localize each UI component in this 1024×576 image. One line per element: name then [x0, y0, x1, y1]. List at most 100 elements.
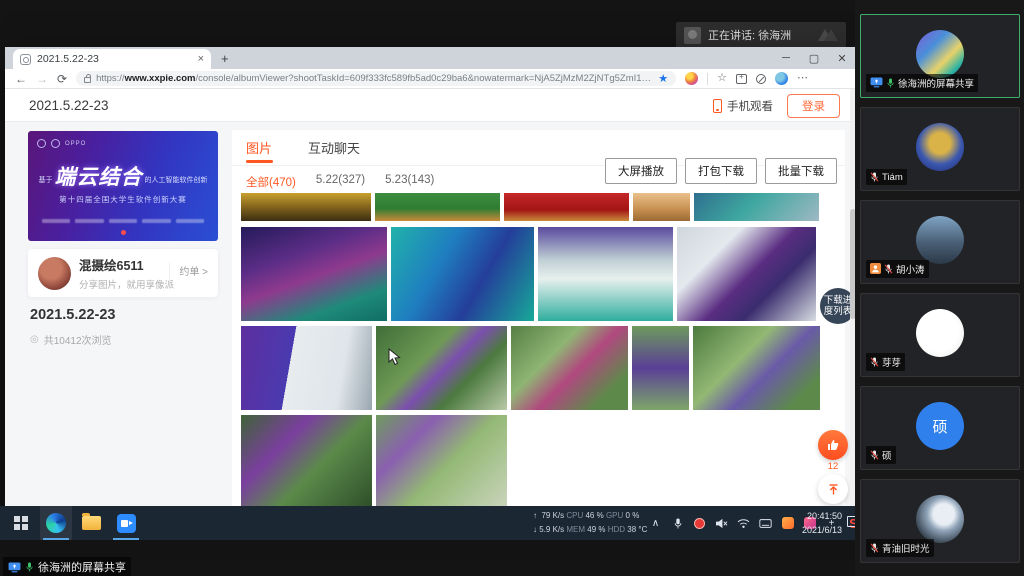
taskbar-active-indicator	[43, 538, 69, 540]
fullscreen-play-button[interactable]: 大屏播放	[605, 158, 677, 184]
carousel-dot[interactable]	[121, 230, 126, 235]
clock-time: 20:41:50	[790, 509, 842, 523]
login-button[interactable]: 登录	[787, 94, 840, 118]
taskbar-edge-button[interactable]	[40, 506, 72, 540]
profile-avatar[interactable]	[775, 72, 788, 85]
window-close-button[interactable]: ✕	[828, 47, 856, 69]
filter-day1[interactable]: 5.22(327)	[316, 174, 365, 190]
participant-avatar	[916, 495, 964, 543]
participant-avatar	[916, 30, 964, 78]
tab-photos[interactable]: 图片	[246, 138, 272, 157]
speaker-avatar	[684, 27, 701, 44]
host-badge-icon	[870, 263, 881, 275]
browser-tab-bar: 2021.5.22-23 × + ─ ▢ ✕	[5, 47, 856, 69]
browser-tab[interactable]: 2021.5.22-23 ×	[13, 49, 211, 69]
tracking-prevention-icon[interactable]	[756, 74, 766, 84]
extension-icon[interactable]	[685, 72, 698, 85]
mic-on-icon	[25, 561, 34, 573]
photo-road-flags-2[interactable]	[376, 415, 507, 506]
mic-muted-icon	[870, 449, 879, 461]
photo-path-flags[interactable]	[376, 326, 507, 410]
photo-green-cans[interactable]	[375, 193, 500, 221]
start-button[interactable]	[6, 506, 36, 540]
thumbs-up-icon	[826, 438, 840, 452]
speaking-text: 正在讲话: 徐海洲	[708, 27, 791, 43]
favorites-star-icon[interactable]: ☆	[717, 73, 727, 84]
screen-share-icon	[8, 562, 21, 573]
tab-favicon-icon	[20, 54, 31, 65]
photo-tree-banners[interactable]	[241, 415, 372, 506]
filter-day2[interactable]: 5.23(143)	[385, 174, 434, 190]
top-arrow-icon	[827, 483, 840, 496]
participant-tile[interactable]: 芽芽	[860, 293, 1020, 377]
screen-share-overlay: 徐海洲的屏幕共享	[3, 557, 131, 576]
back-button[interactable]: ←	[15, 73, 27, 85]
photo-flags-closeup[interactable]	[632, 326, 689, 410]
photo-lanyards-table[interactable]	[391, 227, 534, 321]
banner-logo-icon	[51, 139, 60, 148]
participant-tile[interactable]: 胡小涛	[860, 200, 1020, 284]
photo-flag-stands[interactable]	[511, 326, 628, 410]
taskbar-explorer-button[interactable]	[76, 506, 106, 540]
back-to-top-button[interactable]	[818, 474, 848, 504]
window-minimize-button[interactable]: ─	[772, 47, 800, 69]
photo-pastries[interactable]	[633, 193, 690, 221]
participant-tile[interactable]: 徐海洲的屏幕共享	[860, 14, 1020, 98]
taskbar-clock[interactable]: 20:41:50 2021/6/13	[790, 509, 842, 537]
like-count: 12	[818, 461, 848, 472]
meeting-app-icon	[117, 514, 136, 533]
participant-label: 硕	[866, 446, 896, 464]
banner-logo-icon	[37, 139, 46, 148]
tray-volume-muted-icon[interactable]	[714, 516, 729, 531]
file-explorer-icon	[82, 516, 101, 530]
tray-network-icon[interactable]	[736, 516, 751, 531]
package-download-button[interactable]: 打包下载	[685, 158, 757, 184]
photo-schedule-board[interactable]	[241, 326, 372, 410]
photo-gift-bags-row[interactable]	[538, 227, 673, 321]
tab-close-icon[interactable]: ×	[198, 54, 204, 65]
owner-tagline: 分享图片，就用享像派	[79, 277, 161, 291]
bookmark-star-icon[interactable]: ★	[658, 72, 668, 85]
tray-expand-icon[interactable]: ∧	[648, 516, 663, 531]
photo-cola-cans[interactable]	[504, 193, 629, 221]
tab-chat[interactable]: 互动聊天	[308, 138, 360, 157]
banner-brand: OPPO	[65, 141, 86, 147]
participant-tile[interactable]: Tiám	[860, 107, 1020, 191]
album-date: 2021.5.22-23	[30, 307, 115, 323]
more-menu-icon[interactable]: ⋯	[797, 73, 808, 84]
participant-name: Tiám	[882, 172, 903, 183]
photo-banana-tray[interactable]	[241, 193, 371, 221]
mobile-view-button[interactable]: 手机观看	[713, 98, 773, 114]
tray-keyboard-icon[interactable]	[758, 516, 773, 531]
toolbar-divider	[707, 73, 708, 85]
collections-icon[interactable]	[736, 74, 747, 84]
like-button[interactable]	[818, 430, 848, 460]
participant-avatar	[916, 309, 964, 357]
photo-roadside-flags[interactable]	[693, 326, 820, 410]
participant-tile[interactable]: 硕硕	[860, 386, 1020, 470]
photo-stage-backdrop[interactable]	[241, 227, 387, 321]
participant-name: 硕	[882, 448, 892, 462]
owner-avatar	[38, 257, 71, 290]
tray-record-icon[interactable]	[692, 516, 707, 531]
browser-window: 2021.5.22-23 × + ─ ▢ ✕ ← → ⟳ https://www…	[5, 47, 856, 506]
photo-hall-banners[interactable]	[677, 227, 816, 321]
refresh-button[interactable]: ⟳	[57, 73, 67, 85]
participant-tile[interactable]: 青油旧时光	[860, 479, 1020, 563]
booking-link[interactable]: 约单 >	[169, 263, 208, 283]
window-maximize-button[interactable]: ▢	[800, 47, 828, 69]
filter-all[interactable]: 全部(470)	[246, 174, 296, 190]
photo-staff-with-bags[interactable]	[694, 193, 819, 221]
new-tab-button[interactable]: +	[221, 51, 229, 66]
lock-icon	[84, 77, 91, 83]
tray-mic-icon[interactable]	[670, 516, 685, 531]
album-cover-banner[interactable]: OPPO 基于端云结合的人工智能软件创新 第十四届全国大学生软件创新大赛	[28, 131, 218, 241]
views-count: 共10412次浏览	[44, 332, 112, 347]
screen-share-icon	[870, 77, 883, 89]
mic-muted-icon	[884, 263, 893, 275]
taskbar-active-indicator	[113, 538, 139, 540]
batch-download-button[interactable]: 批量下载	[765, 158, 837, 184]
taskbar-meeting-button[interactable]	[110, 506, 142, 540]
views-row: ◎ 共10412次浏览	[30, 332, 112, 347]
address-bar[interactable]: https://www.xxpie.com/console/albumViewe…	[76, 71, 676, 86]
